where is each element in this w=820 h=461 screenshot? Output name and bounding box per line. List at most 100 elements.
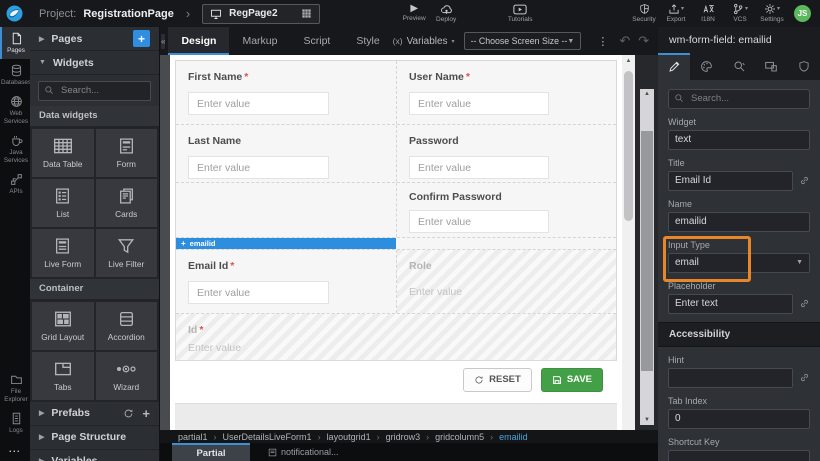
grid-menu-icon[interactable] [301,8,312,19]
breadcrumb-partial1[interactable]: partial1 [178,432,223,442]
shortcut-key-input[interactable] [668,450,810,461]
tab-style[interactable]: Style [343,27,392,55]
breadcrumb-layoutgrid1[interactable]: layoutgrid1 [327,432,386,442]
form-field-lastname[interactable]: Last Name [176,125,396,182]
more-options-button[interactable]: ⋮ [597,35,608,48]
rail-item-logs[interactable]: Logs [0,407,30,439]
breadcrumb-gridcolumn5[interactable]: gridcolumn5 [435,432,499,442]
add-page-button[interactable]: + [133,30,150,47]
properties-scrollbar[interactable]: ▲ ▼ [640,89,654,425]
rail-item-web-services[interactable]: Web Services [0,90,30,129]
bind-link-icon[interactable] [799,175,810,186]
preview-button[interactable]: ▶ Preview [398,4,430,23]
screen-size-select[interactable]: -- Choose Screen Size -- ▼ [464,32,582,50]
widget-tile-grid-layout[interactable]: Grid Layout [32,302,94,350]
prefabs-section-header[interactable]: ▶ Prefabs + [30,402,159,426]
scrollbar-thumb[interactable] [624,71,633,221]
wavemaker-logo-icon[interactable] [6,5,23,22]
form-field-emailid[interactable]: Email Id* [176,250,396,313]
tab-search-props[interactable] [723,53,755,80]
widget-tile-data-table[interactable]: Data Table [32,129,94,177]
selected-widget-tag[interactable]: + emailid [176,238,396,249]
rail-item-file-explorer[interactable]: File Explorer [0,368,30,407]
tab-properties[interactable] [658,53,690,80]
rail-item-databases[interactable]: Databases [0,59,30,91]
redo-button[interactable]: ↷ [638,33,649,49]
live-form[interactable]: First Name* User Name* Last Name [175,60,617,361]
widget-tile-wizard[interactable]: Wizard [96,352,158,400]
vcs-button[interactable]: ▾ VCS [724,3,756,24]
tab-markup[interactable]: Markup [229,27,290,55]
refresh-icon[interactable] [123,408,134,419]
widget-tile-form[interactable]: Form [96,129,158,177]
form-field-role[interactable]: Role Enter value [396,250,616,313]
scrollbar-thumb[interactable] [641,131,653,371]
accessibility-section-header[interactable]: Accessibility [658,322,820,347]
variables-dropdown[interactable]: (x) Variables ▾ [393,36,455,47]
scroll-up-icon[interactable]: ▲ [640,89,654,97]
widget-tile-list[interactable]: List [32,179,94,227]
breadcrumb-userdetailsliveform1[interactable]: UserDetailsLiveForm1 [223,432,327,442]
input-type-select[interactable]: email ▼ [668,253,810,273]
tutorials-button[interactable]: Tutorials [504,4,536,24]
rail-overflow-button[interactable]: ... [0,439,30,461]
scroll-up-icon[interactable]: ▲ [622,55,635,64]
collapse-left-panel-button[interactable]: « [161,34,165,49]
settings-button[interactable]: ▾ Settings [756,3,788,24]
open-tab-notification[interactable]: notificational... [268,443,339,461]
page-tab-regpage2[interactable]: RegPage2 [202,4,320,24]
form-field-username[interactable]: User Name* [396,61,616,124]
reset-button[interactable]: RESET [463,368,532,392]
widget-value-input[interactable] [668,130,810,150]
password-input[interactable] [409,156,549,179]
scroll-down-icon[interactable]: ▼ [640,415,654,423]
placeholder-input[interactable] [668,294,793,314]
rail-item-java-services[interactable]: Java Services [0,129,30,168]
drag-handle-icon[interactable]: + [181,239,186,248]
bind-link-icon[interactable] [799,372,810,383]
tab-devices[interactable] [755,53,787,80]
widgets-section-header[interactable]: ▼ Widgets [30,51,159,75]
username-input[interactable] [409,92,549,115]
form-field-confirm-password[interactable]: Confirm Password [396,183,616,237]
widget-search-input[interactable] [38,81,151,101]
title-input[interactable] [668,171,793,191]
empty-grid-cell[interactable] [176,183,396,237]
widget-tile-live-filter[interactable]: Live Filter [96,229,158,277]
widget-tile-live-form[interactable]: Live Form [32,229,94,277]
emailid-input[interactable] [188,281,329,304]
rail-item-pages[interactable]: Pages [0,27,30,59]
form-field-firstname[interactable]: First Name* [176,61,396,124]
deploy-button[interactable]: Deploy [430,4,462,24]
tab-styles[interactable] [690,53,722,80]
confirm-password-input[interactable] [409,210,549,233]
save-form-button[interactable]: SAVE [541,368,603,392]
security-button[interactable]: Security [628,3,660,24]
breadcrumb-gridrow3[interactable]: gridrow3 [386,432,436,442]
properties-search-input[interactable] [668,89,810,109]
tab-script[interactable]: Script [290,27,343,55]
page-structure-section-header[interactable]: ▶ Page Structure [30,426,159,450]
form-field-id[interactable]: Id* Enter value [176,314,616,360]
pages-section-header[interactable]: ▶ Pages + [30,27,159,51]
name-input[interactable] [668,212,810,232]
user-avatar[interactable]: JS [794,5,811,22]
breadcrumb-emailid[interactable]: emailid [499,432,528,442]
undo-button[interactable]: ↶ [619,33,630,49]
widget-tile-accordion[interactable]: Accordion [96,302,158,350]
widget-tile-cards[interactable]: Cards [96,179,158,227]
widget-tile-tabs[interactable]: Tabs [32,352,94,400]
tab-index-input[interactable] [668,409,810,429]
rail-item-apis[interactable]: APIs [0,168,30,200]
export-button[interactable]: ▾ Export [660,3,692,24]
tab-design[interactable]: Design [168,27,229,55]
i18n-button[interactable]: I18N [692,3,724,24]
add-prefab-button[interactable]: + [142,406,150,421]
bind-link-icon[interactable] [799,298,810,309]
lastname-input[interactable] [188,156,329,179]
hint-input[interactable] [668,368,793,388]
firstname-input[interactable] [188,92,329,115]
variables-section-header[interactable]: ▶ Variables [30,450,159,461]
canvas-scrollbar[interactable]: ▲ [622,55,635,430]
tab-security[interactable] [788,53,820,80]
